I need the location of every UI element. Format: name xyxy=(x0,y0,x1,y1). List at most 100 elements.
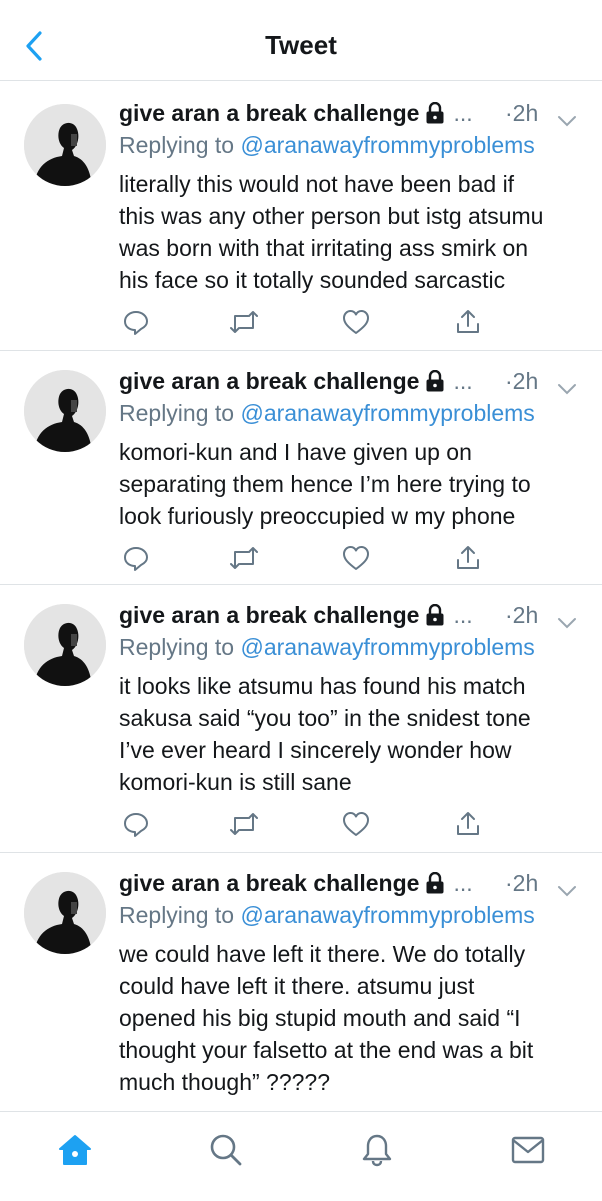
truncation-ellipsis: ... xyxy=(453,602,473,628)
tweet-text-line: his face so it totally sounded sarcastic xyxy=(119,267,506,293)
chevron-down-icon xyxy=(558,886,576,897)
reply-icon xyxy=(124,813,148,837)
tweet-header: give aran a break challenge... ·2h xyxy=(119,100,579,130)
tweet-header: give aran a break challenge... ·2h xyxy=(119,368,579,398)
tweet-menu-button[interactable] xyxy=(557,106,577,133)
tweet-text: literally this would not have been bad i… xyxy=(119,168,589,296)
like-button[interactable] xyxy=(339,306,373,338)
tweet-text-line: thought your falsetto at the end was a b… xyxy=(119,1037,534,1063)
timestamp[interactable]: ·2h xyxy=(505,870,538,897)
bell-icon xyxy=(362,1134,392,1167)
tweet-text: we could have left it there. We do total… xyxy=(119,938,589,1098)
profile-photo xyxy=(24,604,106,686)
share-icon xyxy=(457,546,479,569)
like-button[interactable] xyxy=(339,542,373,574)
tweet-thread: give aran a break challenge... ·2h Reply… xyxy=(0,82,602,1112)
tweet[interactable]: give aran a break challenge... ·2h Reply… xyxy=(0,852,602,1112)
share-icon xyxy=(457,812,479,835)
reply-context: Replying to @aranawayfrommyproblems xyxy=(119,400,535,427)
reply-context: Replying to @aranawayfrommyproblems xyxy=(119,902,535,929)
tab-messages[interactable] xyxy=(508,1130,548,1170)
profile-photo xyxy=(24,104,106,186)
tweet-text-line: was born with that irritating ass smirk … xyxy=(119,235,529,261)
tweet[interactable]: give aran a break challenge... ·2h Reply… xyxy=(0,82,602,351)
display-name[interactable]: give aran a break challenge xyxy=(119,100,419,126)
tweet-text-line: look furiously preoccupied w my phone xyxy=(119,503,516,529)
reply-icon xyxy=(124,547,148,571)
tweet-menu-button[interactable] xyxy=(557,374,577,401)
tweet-header: give aran a break challenge... ·2h xyxy=(119,602,579,632)
tab-search[interactable] xyxy=(206,1130,246,1170)
retweet-icon xyxy=(230,311,258,333)
timestamp[interactable]: ·2h xyxy=(505,368,538,395)
reply-icon xyxy=(124,311,148,335)
home-icon xyxy=(59,1135,91,1165)
tweet-menu-button[interactable] xyxy=(557,876,577,903)
tweet-text: komori-kun and I have given up on separa… xyxy=(119,436,589,532)
heart-icon xyxy=(343,812,369,836)
avatar[interactable] xyxy=(24,872,106,954)
top-bar: Tweet xyxy=(0,0,602,81)
heart-icon xyxy=(343,310,369,334)
tweet-text-line: much though” ????? xyxy=(119,1069,330,1095)
tweet-menu-button[interactable] xyxy=(557,608,577,635)
display-name[interactable]: give aran a break challenge xyxy=(119,602,419,628)
tab-notifications[interactable] xyxy=(357,1130,397,1170)
tweet[interactable]: give aran a break challenge... ·2h Reply… xyxy=(0,584,602,853)
tweet-actions xyxy=(119,542,579,574)
timestamp[interactable]: ·2h xyxy=(505,100,538,127)
truncation-ellipsis: ... xyxy=(453,100,473,126)
reply-handle-link[interactable]: @aranawayfrommyproblems xyxy=(240,634,534,660)
truncation-ellipsis: ... xyxy=(453,870,473,896)
tweet[interactable]: give aran a break challenge... ·2h Reply… xyxy=(0,350,602,585)
replying-to-label: Replying to xyxy=(119,902,241,928)
display-name[interactable]: give aran a break challenge xyxy=(119,368,419,394)
tweet-text-line: I’ve ever heard I sincerely wonder how xyxy=(119,737,512,763)
tweet-text: it looks like atsumu has found his match… xyxy=(119,670,589,798)
chevron-down-icon xyxy=(558,116,576,127)
like-button[interactable] xyxy=(339,808,373,840)
retweet-icon xyxy=(230,813,258,835)
avatar[interactable] xyxy=(24,604,106,686)
chevron-down-icon xyxy=(558,384,576,395)
tweet-text-line: separating them hence I’m here trying to xyxy=(119,471,531,497)
share-button[interactable] xyxy=(451,808,485,840)
heart-icon xyxy=(343,546,369,570)
reply-context: Replying to @aranawayfrommyproblems xyxy=(119,132,535,159)
tweet-text-line: sakusa said “you too” in the snidest ton… xyxy=(119,705,531,731)
tweet-text-line: komori-kun is still sane xyxy=(119,769,352,795)
share-button[interactable] xyxy=(451,306,485,338)
tweet-header: give aran a break challenge... ·2h xyxy=(119,870,579,900)
page-title: Tweet xyxy=(265,30,337,60)
retweet-button[interactable] xyxy=(227,808,261,840)
share-icon xyxy=(457,310,479,333)
reply-handle-link[interactable]: @aranawayfrommyproblems xyxy=(240,132,534,158)
tweet-text-line: this was any other person but istg atsum… xyxy=(119,203,544,229)
tweet-text-line: literally this would not have been bad i… xyxy=(119,171,515,197)
replying-to-label: Replying to xyxy=(119,634,241,660)
reply-handle-link[interactable]: @aranawayfrommyproblems xyxy=(240,400,534,426)
lock-icon xyxy=(425,369,445,398)
tweet-text-line: opened his big stupid mouth and said “I xyxy=(119,1005,521,1031)
reply-context: Replying to @aranawayfrommyproblems xyxy=(119,634,535,661)
timestamp[interactable]: ·2h xyxy=(505,602,538,629)
reply-button[interactable] xyxy=(119,306,153,338)
reply-button[interactable] xyxy=(119,542,153,574)
reply-button[interactable] xyxy=(119,808,153,840)
truncation-ellipsis: ... xyxy=(453,368,473,394)
retweet-icon xyxy=(230,547,258,569)
profile-photo xyxy=(24,872,106,954)
retweet-button[interactable] xyxy=(227,542,261,574)
tweet-text-line: could have left it there. atsumu just xyxy=(119,973,475,999)
share-button[interactable] xyxy=(451,542,485,574)
avatar[interactable] xyxy=(24,104,106,186)
tweet-actions xyxy=(119,808,579,840)
avatar[interactable] xyxy=(24,370,106,452)
chevron-down-icon xyxy=(558,618,576,629)
display-name[interactable]: give aran a break challenge xyxy=(119,870,419,896)
retweet-button[interactable] xyxy=(227,306,261,338)
tab-home[interactable] xyxy=(55,1130,95,1170)
tweet-text-line: it looks like atsumu has found his match xyxy=(119,673,526,699)
lock-icon xyxy=(425,101,445,130)
reply-handle-link[interactable]: @aranawayfrommyproblems xyxy=(240,902,534,928)
